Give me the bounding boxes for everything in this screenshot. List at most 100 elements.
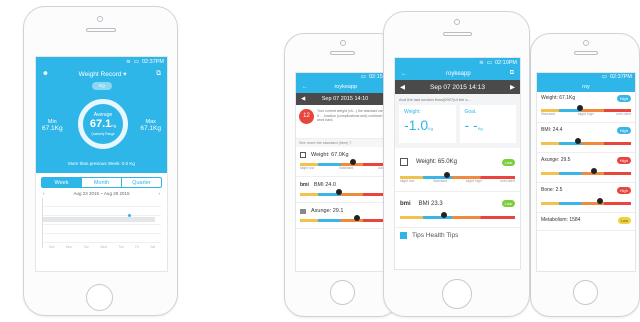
back-arrow-icon[interactable]: ←: [401, 71, 407, 77]
metric-row-bmi[interactable]: BMI: 24.4 High: [537, 123, 635, 153]
battery-icon: ▭: [360, 74, 366, 80]
tab-month[interactable]: Month: [81, 178, 121, 187]
scale-label: slight high: [465, 179, 482, 183]
chart-band: [43, 217, 155, 222]
weight-row-line: Weight: 67.0Kg: [300, 152, 390, 158]
weight-chart: Sun Mon Tue Wed Thu Fri Sat: [42, 198, 161, 249]
nav-bar: ☻ Weight Record ▾ ⧉: [36, 66, 167, 81]
bmi-scale: [300, 189, 390, 196]
scale-marker: [596, 198, 603, 204]
camera-icon: [340, 40, 346, 46]
avg-sub: Quarterly Range: [91, 132, 115, 136]
axunge-row-line: Axunge: 29.1: [300, 208, 390, 214]
date-text: Sep 07 2015 14:13: [430, 83, 485, 91]
bmi-label: BMI 24.0: [313, 182, 336, 188]
axunge-scale: [300, 215, 390, 222]
status-badge: Low: [501, 200, 515, 207]
weight-card-label: Weight:: [404, 109, 421, 115]
share-icon[interactable]: ⧉: [156, 70, 161, 78]
status-badge: High: [616, 157, 631, 164]
status-bar: ≋ ▭ 02:37PM: [36, 57, 167, 66]
home-button[interactable]: [86, 284, 113, 311]
bmi-icon: bmi: [400, 200, 411, 207]
weight-scale: [300, 159, 390, 166]
nav-bar: ← roykeapp ⧉: [296, 81, 394, 93]
axunge-label: Axunge: 29.1: [311, 208, 344, 214]
scale-labels: slight low Standard slight high over-alert: [400, 179, 515, 183]
home-button[interactable]: [442, 279, 472, 309]
battery-icon: ▭: [601, 74, 607, 80]
metric-row-weight[interactable]: Weight: 67.1Kg High Standard slight high ov…: [537, 92, 635, 123]
date-range: Aug 23 2015 ~ Aug 29 2015: [73, 191, 130, 196]
goal-card-value-line: - -Kg: [465, 117, 512, 135]
metric-line: Axunge: 29.5 High: [541, 157, 631, 164]
user-icon[interactable]: ☻: [42, 70, 49, 77]
bmi-row[interactable]: bmi BMI 23.3 Low: [395, 192, 520, 228]
tips-row[interactable]: Tips Health Tips: [395, 228, 520, 243]
metric-label: BMI: 24.4: [541, 127, 563, 133]
home-button[interactable]: [330, 280, 355, 305]
scale-label: Standard: [433, 179, 448, 183]
metric-row-metabolism[interactable]: Metabolism: 1584 Low: [537, 213, 635, 231]
metric-scale: [541, 168, 631, 175]
home-button[interactable]: [573, 280, 598, 305]
status-badge: Low: [501, 158, 515, 166]
scale-label: slight low: [400, 179, 415, 183]
status-time: 02:37PM: [609, 74, 632, 80]
scale-label: over-alert: [616, 112, 631, 116]
alert-text: Your current weight (ch...) the standard…: [317, 109, 389, 122]
period-tabs: Week Month Quarter: [41, 177, 162, 188]
goal-card-value: - -: [464, 117, 478, 133]
metric-row-bone[interactable]: Bone: 2.5 High: [537, 183, 635, 213]
day-label: Mon: [65, 245, 73, 249]
weight-card-value: -1.0: [404, 117, 429, 133]
status-bar: ≋ ▭ 02:10PM: [395, 58, 520, 67]
metric-line: Bone: 2.5 High: [541, 187, 631, 194]
unit-pill[interactable]: Kg: [92, 82, 112, 90]
prev-icon[interactable]: ◀: [400, 83, 405, 91]
phone-2-screen: ▭ 02:15PM ← roykeapp ⧉ ◀ Sep 07 2015 14:…: [295, 72, 395, 272]
day-label: Sun: [48, 245, 55, 249]
metric-row-axunge[interactable]: Axunge: 29.5 High: [537, 153, 635, 183]
wifi-icon: ≋: [479, 59, 484, 66]
speaker-grille: [443, 32, 472, 36]
day-label: Tue: [83, 245, 89, 249]
scale-labels: slight lowStandardAxunge: [300, 166, 390, 170]
result-panel: And the last section than(0907)of the s.…: [395, 94, 520, 148]
chart-point: [128, 214, 131, 217]
bmi-scale: [400, 212, 515, 219]
tips-icon: [400, 232, 407, 239]
max-block: Max 67.1Kg: [140, 119, 161, 132]
camera-icon: [97, 16, 103, 22]
weight-scale: [400, 172, 515, 179]
compare-text: More than previous Week: 0.0 Kg: [68, 161, 135, 166]
phone-4: ▭ 02:37PM roy Weight: 67.1Kg High Standar…: [530, 33, 640, 317]
prev-arrow-icon[interactable]: ‹: [43, 191, 45, 196]
speaker-grille: [330, 51, 355, 55]
tab-week[interactable]: Week: [42, 178, 81, 187]
next-icon[interactable]: ▶: [510, 83, 515, 91]
result-cards: Weight: -1.0Kg Goal. - -Kg: [399, 105, 516, 143]
date-bar: ◀ Sep 07 2015 14:10 ▶: [296, 93, 394, 105]
status-bar: ▭ 02:15PM: [296, 73, 394, 81]
bmi-row-line: bmi BMI 24.0: [300, 182, 390, 188]
phone-3: ≋ ▭ 02:10PM ← roykeapp ⧉ ◀ Sep 07 2015 1…: [383, 11, 530, 317]
status-time: 02:37PM: [141, 58, 164, 65]
bmi-row[interactable]: bmi BMI 24.0: [296, 177, 394, 203]
prev-icon[interactable]: ◀: [301, 96, 305, 102]
tab-quarter[interactable]: Quarter: [121, 178, 161, 187]
share-icon[interactable]: ⧉: [510, 70, 514, 77]
axunge-row[interactable]: Axunge: 29.1: [296, 203, 394, 229]
weight-row[interactable]: Weight: 65.0Kg Low slight low Standard sli…: [395, 148, 520, 192]
weight-row[interactable]: Weight: 67.0Kg slight lowStandardAxunge: [296, 147, 394, 177]
phone-3-screen: ≋ ▭ 02:10PM ← roykeapp ⧉ ◀ Sep 07 2015 1…: [394, 57, 521, 270]
max-value: 67.1Kg: [140, 125, 161, 132]
hint-text[interactable]: See more the standard (item) ?: [296, 139, 394, 147]
battery-icon: ▭: [486, 59, 492, 66]
nav-title[interactable]: Weight Record ▾: [79, 70, 127, 78]
axunge-icon: [300, 208, 306, 214]
scale-labels: Standard slight high over-alert: [541, 112, 631, 116]
day-label: Thu: [118, 245, 124, 249]
back-arrow-icon[interactable]: ←: [302, 84, 308, 90]
next-arrow-icon[interactable]: ›: [159, 191, 161, 196]
